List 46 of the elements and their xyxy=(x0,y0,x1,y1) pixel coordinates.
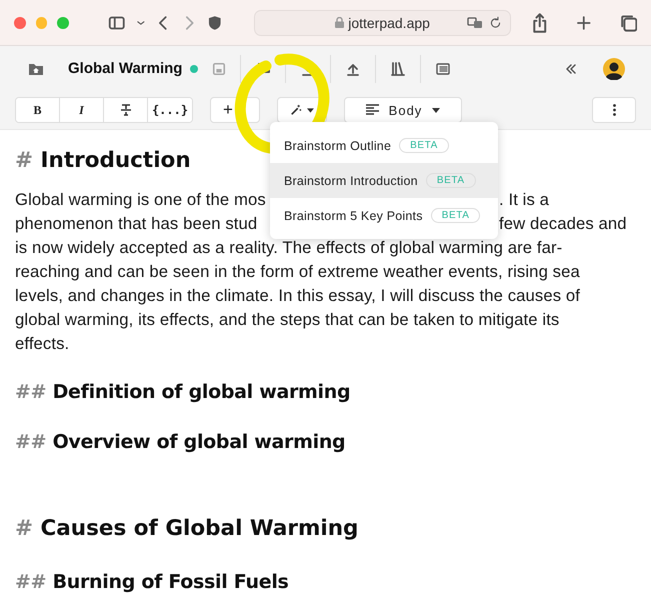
paragraph-text: reaching and can be seen in the form of extreme weather events, rising sea xyxy=(15,261,580,283)
beta-badge: BETA xyxy=(426,173,476,188)
menu-item[interactable]: Brainstorm Outline BETA xyxy=(270,128,498,163)
magic-wand-icon xyxy=(290,103,302,117)
address-bar[interactable]: jotterpad.app xyxy=(254,10,511,36)
subheading: ## Overview of global warming xyxy=(15,430,346,455)
menu-item-label: Brainstorm 5 Key Points xyxy=(284,208,423,222)
menu-item-label: Brainstorm Outline xyxy=(284,138,392,152)
paragraph-text: Global warming is one of the mos xyxy=(15,189,266,211)
subheading: ## Definition of global warming xyxy=(15,380,350,405)
share-icon[interactable] xyxy=(530,12,548,32)
close-icon[interactable] xyxy=(14,16,26,28)
strikethrough-icon xyxy=(118,103,132,117)
caret-icon xyxy=(432,108,440,112)
more-icon xyxy=(612,104,616,116)
caret-icon xyxy=(307,108,314,112)
reload-icon[interactable] xyxy=(488,14,502,30)
bold-button[interactable]: B xyxy=(16,98,60,122)
avatar[interactable] xyxy=(603,58,625,80)
paragraph-text: is now widely accepted as a reality. The effects of global warming are far- xyxy=(15,237,562,259)
align-left-icon xyxy=(366,104,379,116)
subheading: ## Burning of Fossil Fuels xyxy=(15,570,289,595)
menu-item[interactable]: Brainstorm 5 Key Points BETA xyxy=(270,198,498,233)
new-tab-icon[interactable] xyxy=(576,14,592,30)
paragraph-text: . It is a xyxy=(499,189,550,211)
tabs-icon[interactable] xyxy=(620,14,637,32)
paragraph-text: levels, and changes in the climate. In this essay, I will discuss the causes of xyxy=(15,285,580,307)
paragraph-text: effects. xyxy=(15,333,70,355)
document-title: Global Warming xyxy=(68,60,182,77)
library-icon[interactable] xyxy=(390,60,406,76)
translate-icon[interactable] xyxy=(466,14,483,30)
menu-item-label: Brainstorm Introduction xyxy=(284,174,418,188)
menu-item[interactable]: Brainstorm Introduction BETA xyxy=(270,163,498,198)
lock-icon xyxy=(335,17,344,28)
heading: # Introduction xyxy=(15,147,191,175)
paragraph-text: global warming, its effects, and the steps that can be taken to mitigate its xyxy=(15,309,560,331)
beta-badge: BETA xyxy=(430,208,480,223)
list-icon[interactable] xyxy=(435,60,452,76)
heading: # Causes of Global Warming xyxy=(15,515,358,543)
beta-badge: BETA xyxy=(399,138,449,153)
paragraph-text: few decades and xyxy=(499,213,627,235)
style-dropdown[interactable]: Body xyxy=(344,97,462,123)
sidebar-icon[interactable] xyxy=(108,14,126,30)
url-text: jotterpad.app xyxy=(348,14,430,30)
paragraph-text: phenomenon that has been stud xyxy=(15,213,258,235)
shield-icon xyxy=(206,14,222,30)
